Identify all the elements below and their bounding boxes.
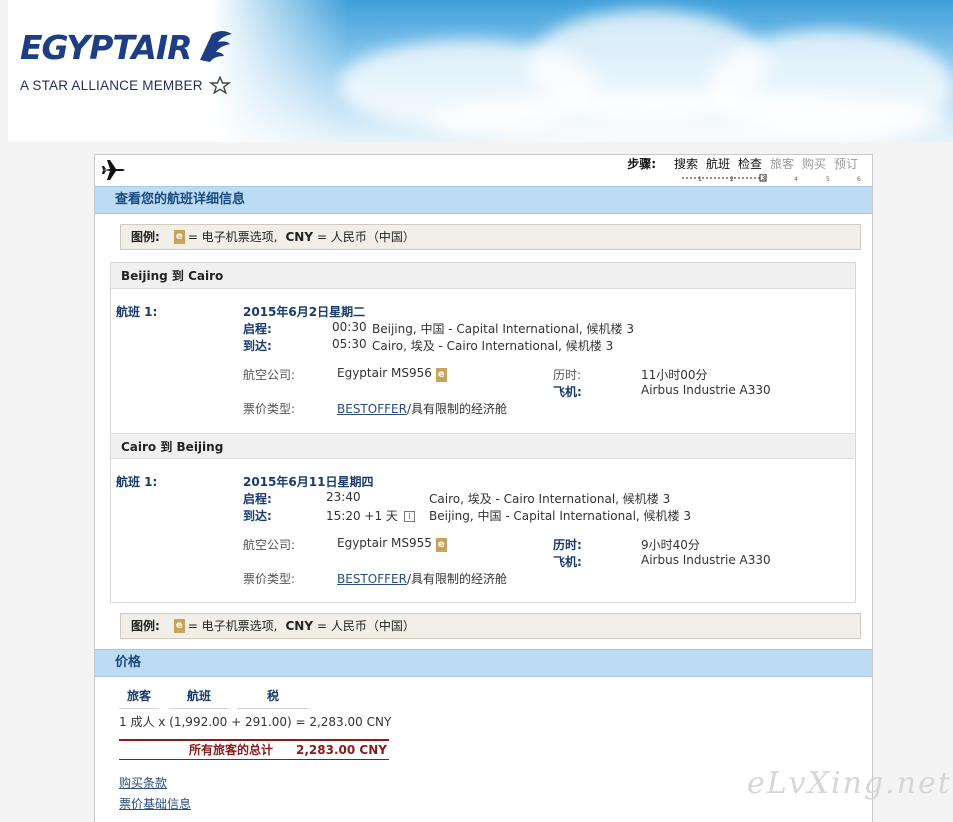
price-table: 旅客 航班 税 1 成人 x (1,992.00 + 291.00) = 2,2… xyxy=(119,687,872,822)
fare-bestoffer-link[interactable]: BESTOFFER xyxy=(337,402,407,416)
grand-total: 所有旅客的总计 2,283.00 CNY xyxy=(119,739,389,760)
step-flight[interactable]: 航班 xyxy=(702,156,734,172)
eticket-icon: e xyxy=(435,368,447,382)
step-purchase: 购买 xyxy=(801,157,826,171)
legend-bottom: 图例: e = 电子机票选项, CNY = 人民币（中国） xyxy=(120,613,861,639)
arrive-label: 到达: xyxy=(243,339,272,353)
flight-date: 2015年6月11日星期四 xyxy=(243,475,374,489)
duration-label: 历时: xyxy=(553,538,582,552)
eticket-icon: e xyxy=(435,538,447,552)
steps-label: 步骤: xyxy=(627,157,656,171)
col-flight: 航班 xyxy=(169,687,229,709)
aircraft-value: Airbus Industrie A330 xyxy=(641,383,771,397)
fare-bestoffer-link[interactable]: BESTOFFER xyxy=(337,572,407,586)
aircraft-value: Airbus Industrie A330 xyxy=(641,553,771,567)
eticket-icon: e xyxy=(173,619,185,633)
egyptair-logo[interactable]: EGYPTAIR A STAR ALLIANCE MEMBER xyxy=(20,30,232,94)
header-banner: EGYPTAIR A STAR ALLIANCE MEMBER xyxy=(8,0,953,142)
step-book: 预订 xyxy=(833,157,858,171)
legend-label: 图例: xyxy=(131,230,160,244)
purchase-terms-link[interactable]: 购买条款 xyxy=(119,773,191,794)
airplane-icon xyxy=(102,160,125,180)
fare-type-label: 票价类型: xyxy=(243,402,296,416)
step-num-3: 3 xyxy=(762,175,766,182)
legend-label: 图例: xyxy=(131,619,160,633)
total-value: 2,283.00 CNY xyxy=(296,743,387,757)
airline-value: Egyptair MS956 xyxy=(337,366,432,380)
route-header-outbound: Beijing 到 Cairo xyxy=(111,263,855,289)
step-num-5: 5 xyxy=(826,176,830,182)
info-icon[interactable]: i xyxy=(403,511,415,522)
duration-value: 9小时40分 xyxy=(641,538,700,552)
arrive-place: Cairo, 埃及 - Cairo International, 候机楼 3 xyxy=(372,339,614,353)
depart-label: 启程: xyxy=(243,322,272,336)
arrive-time: 05:30 xyxy=(332,337,367,351)
step-review: 检查 xyxy=(737,157,762,171)
airline-label: 航空公司: xyxy=(243,368,296,382)
flight-details-heading: 查看您的航班详细信息 xyxy=(95,186,872,214)
booking-panel: 步骤: 搜索 航班 检查 旅客 购买 预订 1 2 3 4 5 6 查看您的航班… xyxy=(94,154,873,822)
flight-label: 航班 1: xyxy=(116,305,158,319)
horus-wing-icon xyxy=(200,31,232,62)
depart-label: 启程: xyxy=(243,492,272,506)
aircraft-label: 飞机: xyxy=(553,385,582,399)
step-num-4: 4 xyxy=(794,176,798,182)
star-alliance-icon xyxy=(208,76,231,94)
booking-steps: 步骤: 搜索 航班 检查 旅客 购买 预订 xyxy=(627,156,862,172)
itinerary-box: Beijing 到 Cairo 航班 1: 2015年6月2日星期二 启程: 0… xyxy=(110,262,856,603)
duration-value: 11小时00分 xyxy=(641,368,708,382)
eticket-icon: e xyxy=(173,230,185,244)
flight-outbound: 航班 1: 2015年6月2日星期二 启程: 00:30 Beijing, 中国… xyxy=(116,305,771,416)
depart-place: Beijing, 中国 - Capital International, 候机楼… xyxy=(372,322,634,336)
aircraft-label: 飞机: xyxy=(553,555,582,569)
fare-basis-link[interactable]: 票价基础信息 xyxy=(119,794,191,815)
cloud-decoration xyxy=(428,90,948,142)
route-header-return: Cairo 到 Beijing xyxy=(111,433,855,459)
step-passenger: 旅客 xyxy=(769,157,794,171)
flight-return: 航班 1: 2015年6月11日星期四 启程: 23:40 Cairo, 埃及 … xyxy=(116,475,771,586)
step-num-2: 2 xyxy=(730,176,734,182)
total-label: 所有旅客的总计 xyxy=(189,743,274,757)
duration-label: 历时: xyxy=(553,368,582,382)
airline-value: Egyptair MS955 xyxy=(337,536,432,550)
step-num-6: 6 xyxy=(857,176,861,182)
flight-label: 航班 1: xyxy=(116,475,158,489)
arrive-place: Beijing, 中国 - Capital International, 候机楼… xyxy=(429,509,691,523)
col-passenger: 旅客 xyxy=(119,687,159,709)
steps-progress-track: 1 2 3 4 5 6 xyxy=(682,174,861,182)
airline-label: 航空公司: xyxy=(243,538,296,552)
depart-time: 00:30 xyxy=(332,320,367,334)
price-heading: 价格 xyxy=(95,649,872,677)
step-num-1: 1 xyxy=(698,176,702,182)
watermark: eLvXing.net xyxy=(747,766,952,801)
star-alliance-tagline: A STAR ALLIANCE MEMBER xyxy=(20,77,203,93)
cny-label: CNY xyxy=(285,230,314,244)
arrive-time: 15:20 +1 天 xyxy=(326,509,398,523)
col-tax: 税 xyxy=(237,687,309,709)
depart-time: 23:40 xyxy=(326,490,361,504)
cny-label: CNY xyxy=(285,619,314,633)
footer-links: 购买条款 票价基础信息 xyxy=(119,773,191,815)
arrive-label: 到达: xyxy=(243,509,272,523)
flight-date: 2015年6月2日星期二 xyxy=(243,305,366,319)
step-search[interactable]: 搜索 xyxy=(670,156,702,172)
legend-top: 图例: e = 电子机票选项, CNY = 人民币（中国） xyxy=(120,224,861,250)
top-bar: 步骤: 搜索 航班 检查 旅客 购买 预订 1 2 3 4 5 6 xyxy=(95,155,872,186)
price-row-adult: 1 成人 x (1,992.00 + 291.00) = 2,283.00 CN… xyxy=(119,715,392,729)
depart-place: Cairo, 埃及 - Cairo International, 候机楼 3 xyxy=(429,492,671,506)
fare-type-label: 票价类型: xyxy=(243,572,296,586)
